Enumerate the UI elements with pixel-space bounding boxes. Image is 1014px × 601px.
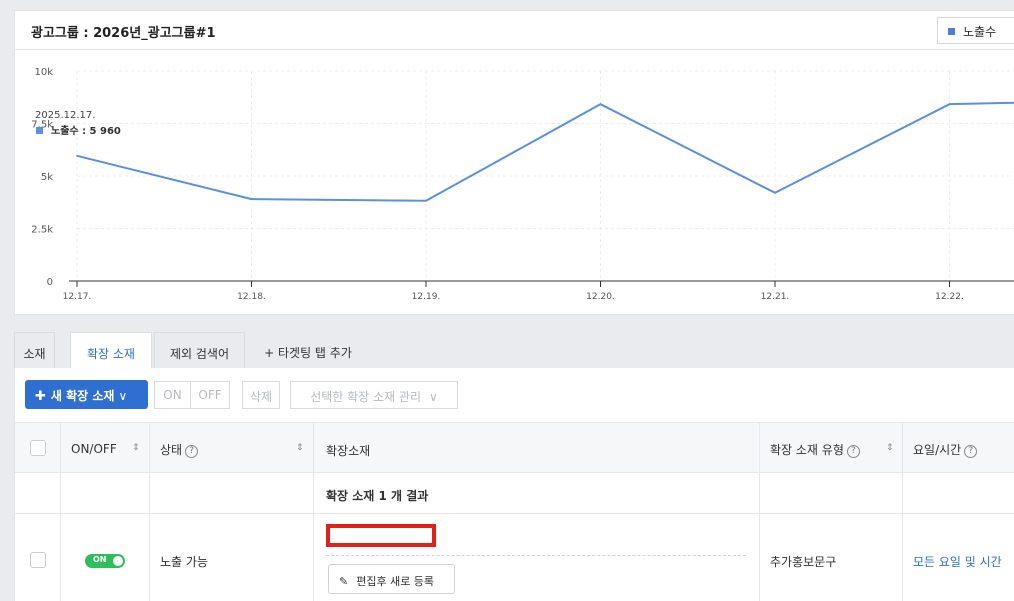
extension-panel: ✚ 새 확장 소재 ∨ ON OFF 삭제 선택한 확장 소재 관리 ∨ ON/OFF…	[14, 368, 1014, 601]
result-count: 확장 소재 1 개 결과	[326, 489, 429, 503]
x-tick-label: 12.19.	[412, 292, 441, 302]
summary-cell	[903, 473, 1014, 513]
off-button[interactable]: OFF	[190, 381, 230, 409]
tab-creative-label: 소재	[23, 347, 46, 361]
manage-selected-dropdown[interactable]: 선택한 확장 소재 관리 ∨	[290, 381, 458, 409]
y-tick-label: 0	[47, 277, 53, 288]
row-extension-cell: ✎ 편집후 새로 등록	[314, 514, 760, 601]
row-type-cell: 추가홍보문구	[760, 514, 903, 601]
off-button-label: OFF	[198, 388, 222, 402]
edit-and-register-button[interactable]: ✎ 편집후 새로 등록	[328, 564, 455, 594]
row-checkbox-cell	[15, 514, 61, 601]
question-circle-icon[interactable]: ?	[846, 445, 860, 458]
tab-excluded-keywords-label: 제외 검색어	[169, 347, 229, 361]
header-schedule: 요일/시간?	[913, 441, 978, 458]
y-tick-label: 5k	[41, 172, 53, 183]
y-tick-label: 10k	[34, 67, 53, 78]
tab-creative[interactable]: 소재	[14, 332, 55, 368]
status-text: 노출 가능	[160, 555, 208, 569]
data-point	[250, 198, 253, 200]
new-extension-label: 새 확장 소재	[50, 389, 115, 403]
question-circle-icon[interactable]: ?	[185, 445, 199, 458]
on-off-toggle[interactable]: ON	[85, 554, 125, 568]
header-checkbox-cell	[15, 423, 61, 472]
table-header-row: ON/OFF ⇕ 상태? ⇕ 확장소재 확장 소재 유형? ⇕ 요일/시간?	[15, 422, 1014, 473]
toggle-label: ON	[93, 555, 107, 564]
row-status-cell: 노출 가능	[150, 514, 314, 601]
row-schedule-cell: 모든 요일 및 시간	[903, 514, 1014, 601]
extension-type-text: 추가홍보문구	[770, 555, 837, 569]
table-row: ON 노출 가능 ✎ 편집후 새로 등록 추가홍보문구 모든 요일 및 시간	[15, 514, 1014, 601]
chart-header: 광고그룹 : 2026년_광고그룹#1 노출수	[15, 11, 1014, 50]
data-point	[76, 155, 78, 157]
header-status-label: 상태	[160, 443, 183, 457]
y-tick-label: 2.5k	[31, 225, 53, 236]
delete-button[interactable]: 삭제	[242, 381, 280, 409]
select-all-checkbox[interactable]	[30, 440, 46, 456]
schedule-link[interactable]: 모든 요일 및 시간	[913, 553, 1002, 570]
series-line-impressions	[76, 101, 1014, 202]
metric-select-label: 노출수	[963, 25, 997, 39]
summary-cell: 확장 소재 1 개 결과	[314, 473, 760, 513]
question-circle-icon[interactable]: ?	[964, 445, 978, 458]
header-status: 상태?	[160, 441, 199, 458]
chevron-down-icon: ∨	[118, 389, 128, 403]
header-extension-cell: 확장소재	[314, 423, 760, 472]
x-tick-label: 12.22.	[935, 292, 964, 302]
edit-button-label: 편집후 새로 등록	[356, 575, 435, 588]
sort-arrows-icon[interactable]: ⇕	[886, 443, 894, 453]
header-type-label: 확장 소재 유형	[770, 443, 844, 457]
new-extension-button[interactable]: ✚ 새 확장 소재 ∨	[25, 380, 148, 409]
tab-extension-creative-label: 확장 소재	[87, 347, 135, 361]
row-checkbox[interactable]	[30, 552, 46, 568]
row-onoff-cell: ON	[61, 514, 150, 601]
tooltip-square-icon	[36, 127, 43, 134]
add-targeting-tab-button[interactable]: + 타겟팅 탭 추가	[258, 332, 358, 368]
delete-button-label: 삭제	[249, 390, 273, 404]
chevron-down-icon: ∨	[429, 390, 438, 404]
chart-card: 광고그룹 : 2026년_광고그룹#1 노출수 0 2.5k 5k 7.5k 10k 12…	[14, 10, 1014, 315]
summary-cell	[760, 473, 903, 513]
header-onoff-label: ON/OFF	[71, 442, 117, 456]
metric-select[interactable]: 노출수	[937, 17, 1014, 44]
x-tick-label: 12.18.	[237, 292, 266, 302]
tooltip-date: 2025.12.17.	[35, 110, 95, 121]
on-button-label: ON	[163, 388, 182, 402]
tab-extension-creative[interactable]: 확장 소재	[70, 332, 152, 369]
sort-arrows-icon[interactable]: ⇕	[296, 443, 304, 453]
toggle-knob	[113, 556, 123, 566]
summary-cell	[150, 473, 314, 513]
tab-excluded-keywords[interactable]: 제외 검색어	[154, 332, 245, 368]
data-point	[948, 103, 951, 105]
x-tick-label: 12.21.	[761, 292, 790, 302]
header-extension-label: 확장소재	[326, 444, 371, 458]
metric-square-icon	[948, 28, 955, 35]
header-type-cell[interactable]: 확장 소재 유형? ⇕	[760, 423, 903, 472]
data-point	[425, 199, 427, 202]
pencil-icon: ✎	[339, 575, 349, 588]
data-point	[599, 103, 602, 105]
manage-selected-label: 선택한 확장 소재 관리	[310, 390, 421, 404]
header-schedule-cell: 요일/시간?	[903, 423, 1014, 472]
chart-title: 광고그룹 : 2026년_광고그룹#1	[31, 26, 216, 41]
header-status-cell[interactable]: 상태? ⇕	[150, 423, 314, 472]
x-tick-label: 12.20.	[586, 292, 615, 302]
summary-cell	[15, 473, 61, 513]
header-type: 확장 소재 유형?	[770, 441, 860, 458]
on-button[interactable]: ON	[154, 381, 191, 409]
add-targeting-tab-label: + 타겟팅 탭 추가	[264, 346, 352, 360]
plus-icon: ✚	[35, 389, 46, 404]
data-point	[774, 192, 776, 194]
header-onoff-cell[interactable]: ON/OFF ⇕	[61, 423, 150, 472]
header-schedule-label: 요일/시간	[913, 443, 962, 457]
x-tick-label: 12.17.	[63, 292, 92, 302]
table-summary-row: 확장 소재 1 개 결과	[15, 473, 1014, 514]
tooltip-value: 노출수 : 5 960	[51, 124, 121, 137]
sort-arrows-icon[interactable]: ⇕	[132, 443, 140, 453]
summary-cell	[61, 473, 150, 513]
redacted-content-box	[326, 524, 436, 547]
divider	[326, 555, 746, 556]
impressions-line-chart: 02.5k5k7.5k10k12.17. 12.18. 12.19. 12.20. 12…	[31, 67, 1014, 302]
